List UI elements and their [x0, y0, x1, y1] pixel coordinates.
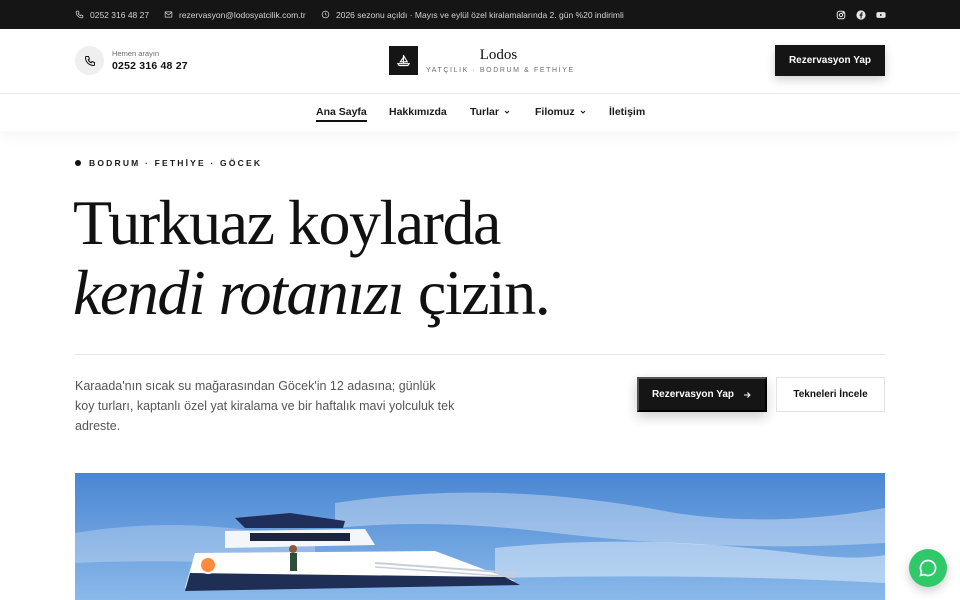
bullet-dot: [75, 160, 81, 166]
hero-reservation-label: Rezervasyon Yap: [651, 389, 735, 400]
nav-item-label: Ana Sayfa: [316, 106, 367, 118]
chevron-down-icon: [503, 108, 511, 116]
nav-item-contact[interactable]: İletişim: [609, 94, 645, 130]
nav-item-home[interactable]: Ana Sayfa: [316, 94, 367, 130]
hero-title-italic: kendi rotanızı: [73, 257, 405, 328]
nav-item-label: Hakkımızda: [389, 106, 447, 118]
topbar-notice: 2026 sezonu açıldı · Mayıs ve eylül özel…: [321, 0, 624, 29]
mail-icon: [164, 11, 173, 18]
phone-icon: [75, 10, 84, 19]
hero-eyebrow-text: BODRUM · FETHİYE · GÖCEK: [89, 158, 263, 168]
nav-item-label: Filomuz: [535, 106, 575, 118]
logo-tagline: YATÇILIK · BODRUM & FETHİYE: [426, 67, 575, 74]
instagram-icon[interactable]: [836, 10, 846, 20]
hero-lead: Karaada'nın sıcak su mağarasından Göcek'…: [75, 379, 455, 433]
topbar-email-text: rezervasyon@lodosyatcilik.com.tr: [179, 9, 306, 20]
call-number[interactable]: 0252 316 48 27: [112, 60, 188, 72]
arrow-right-icon: [744, 391, 751, 398]
hero-title: Turkuaz koylarda kendi rotanızı çizin.: [73, 187, 551, 328]
hero-title-rest: çizin.: [403, 257, 551, 328]
sailboat-icon: [396, 54, 411, 67]
topbar-notice-text: 2026 sezonu açıldı · Mayıs ve eylül özel…: [336, 9, 624, 20]
call-label: Hemen arayın: [112, 49, 160, 58]
main-nav: Ana Sayfa Hakkımızda Turlar Filomuz İlet…: [0, 94, 960, 131]
site-header: Hemen arayın 0252 316 48 27 Lodos YATÇIL…: [0, 29, 960, 94]
logo-mark[interactable]: [389, 46, 418, 75]
logo-name[interactable]: Lodos: [426, 47, 571, 64]
nav-item-fleet[interactable]: Filomuz: [535, 94, 587, 130]
nav-item-tours[interactable]: Turlar: [470, 94, 511, 130]
topbar-phone-text: 0252 316 48 27: [90, 9, 150, 20]
hero-eyebrow: BODRUM · FETHİYE · GÖCEK: [75, 158, 262, 168]
whatsapp-button[interactable]: [909, 549, 947, 587]
clock-icon: [321, 10, 330, 19]
topbar-email[interactable]: rezervasyon@lodosyatcilik.com.tr: [164, 0, 306, 29]
chat-bubble-icon: [919, 559, 937, 577]
hero-reservation-button[interactable]: Rezervasyon Yap: [637, 377, 767, 412]
call-button[interactable]: [75, 46, 104, 75]
hero-title-line1: Turkuaz koylarda: [73, 187, 501, 258]
hero-title-line2: kendi rotanızı çizin.: [73, 257, 551, 328]
header-reservation-button[interactable]: Rezervasyon Yap: [775, 45, 885, 76]
nav-item-label: İletişim: [609, 106, 646, 118]
topbar-phone[interactable]: 0252 316 48 27: [75, 0, 149, 29]
hero-divider: [75, 354, 885, 355]
hero-image: [75, 473, 885, 600]
social-links: [836, 0, 886, 29]
facebook-icon[interactable]: [856, 9, 866, 20]
phone-icon: [84, 55, 95, 66]
chevron-down-icon: [579, 108, 587, 116]
top-bar: 0252 316 48 27 rezervasyon@lodosyatcilik…: [0, 0, 960, 29]
nav-item-label: Turlar: [470, 106, 499, 118]
nav-item-about[interactable]: Hakkımızda: [389, 94, 447, 130]
view-boats-button[interactable]: Tekneleri İncele: [776, 377, 885, 412]
youtube-icon[interactable]: [876, 10, 886, 20]
